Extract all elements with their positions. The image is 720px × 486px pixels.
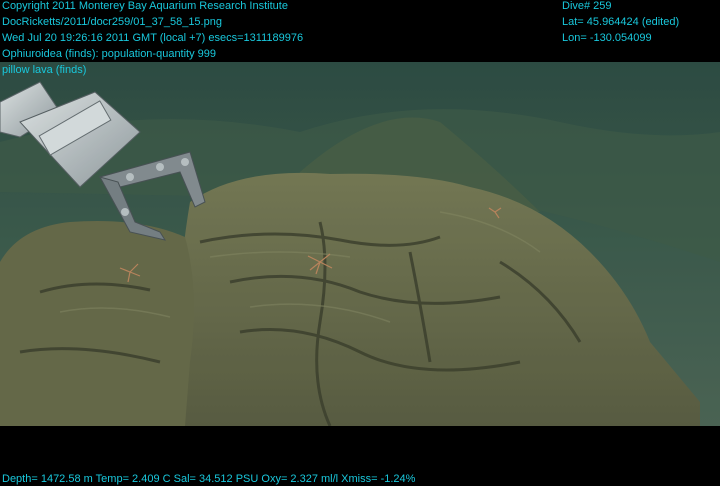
sensor-readout: Depth= 1472.58 m Temp= 2.409 C Sal= 34.5… xyxy=(2,473,416,485)
seafloor-scene xyxy=(0,62,720,426)
copyright-text: Copyright 2011 Monterey Bay Aquarium Res… xyxy=(2,0,288,12)
file-path-text: DocRicketts/2011/docr259/01_37_58_15.png xyxy=(2,16,222,28)
latitude-text: Lat= 45.964424 (edited) xyxy=(562,16,680,28)
annotation-text: Ophiuroidea (finds): population-quantity… xyxy=(2,48,217,60)
video-frame: Copyright 2011 Monterey Bay Aquarium Res… xyxy=(0,0,720,486)
longitude-text: Lon= -130.054099 xyxy=(562,32,652,44)
dive-number: Dive# 259 xyxy=(562,0,612,12)
datetime-text: Wed Jul 20 19:26:16 2011 GMT (local +7) … xyxy=(2,32,304,44)
annotation2-text: pillow lava (finds) xyxy=(2,64,87,76)
